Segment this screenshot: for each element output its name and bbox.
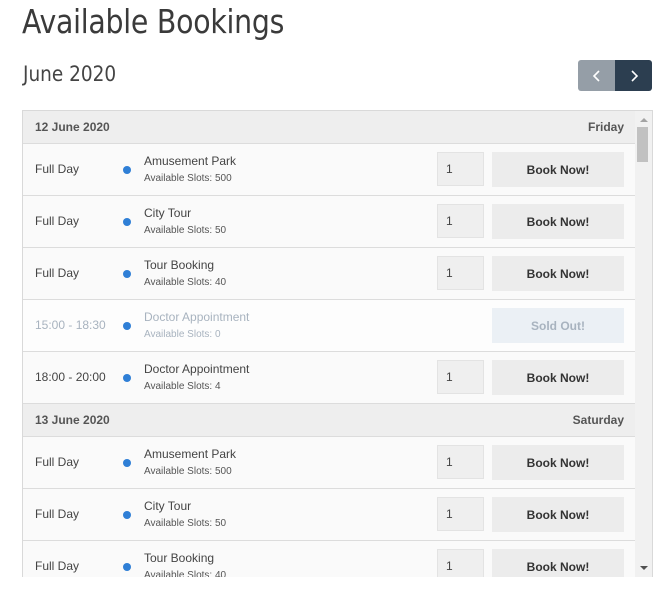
sold-out-label: Sold Out! xyxy=(492,308,624,343)
quantity-input[interactable] xyxy=(437,152,484,186)
available-slots: Available Slots: 40 xyxy=(144,277,227,288)
booking-row: 18:00 - 20:00 Doctor Appointment Available… xyxy=(23,352,635,404)
booking-time: 15:00 - 18:30 xyxy=(35,318,106,332)
quantity-input[interactable] xyxy=(437,256,484,290)
booking-row: Full Day Tour Booking Available Slots: 40 B… xyxy=(23,248,635,300)
booking-time: Full Day xyxy=(35,214,80,228)
current-month: June 2020 xyxy=(23,62,117,86)
book-now-button[interactable]: Book Now! xyxy=(492,152,624,187)
quantity-input[interactable] xyxy=(437,497,484,531)
book-now-button[interactable]: Book Now! xyxy=(492,445,624,480)
status-dot-icon xyxy=(123,374,131,382)
booking-name: Amusement Park xyxy=(144,154,237,168)
book-now-button[interactable]: Book Now! xyxy=(492,204,624,239)
booking-time: Full Day xyxy=(35,162,80,176)
book-now-button[interactable]: Book Now! xyxy=(492,360,624,395)
quantity-input[interactable] xyxy=(437,445,484,479)
status-dot-icon xyxy=(123,322,131,330)
booking-row: Full Day Amusement Park Available Slots: 5… xyxy=(23,437,635,489)
booking-time: Full Day xyxy=(35,507,80,521)
booking-name: Tour Booking xyxy=(144,551,215,565)
bookings-list-frame: 12 June 2020 Friday Full Day Amusement Park… xyxy=(22,110,653,577)
day-header: 13 June 2020 Saturday xyxy=(23,404,635,437)
scrollbar-thumb[interactable] xyxy=(637,127,648,162)
book-now-button[interactable]: Book Now! xyxy=(492,497,624,532)
day-weekday: Friday xyxy=(587,120,624,134)
booking-row: Full Day City Tour Available Slots: 50 Book… xyxy=(23,489,635,541)
status-dot-icon xyxy=(123,218,131,226)
status-dot-icon xyxy=(123,563,131,571)
month-navigation xyxy=(578,60,652,91)
arrow-up-icon xyxy=(639,118,648,122)
available-slots: Available Slots: 50 xyxy=(144,518,227,529)
available-slots: Available Slots: 500 xyxy=(144,466,232,477)
arrow-down-icon xyxy=(639,566,648,570)
booking-time: 18:00 - 20:00 xyxy=(35,370,106,384)
booking-name: Doctor Appointment xyxy=(144,310,250,324)
next-month-button[interactable] xyxy=(615,60,652,91)
chevron-left-icon xyxy=(592,69,600,82)
scroll-up-button[interactable] xyxy=(635,113,652,127)
status-dot-icon xyxy=(123,270,131,278)
scroll-down-button[interactable] xyxy=(635,561,652,575)
booking-row: 15:00 - 18:30 Doctor Appointment Available… xyxy=(23,300,635,352)
booking-time: Full Day xyxy=(35,559,80,573)
bookings-list: 12 June 2020 Friday Full Day Amusement Park… xyxy=(23,111,635,577)
day-header: 12 June 2020 Friday xyxy=(23,111,635,144)
available-slots: Available Slots: 40 xyxy=(144,570,227,577)
status-dot-icon xyxy=(123,166,131,174)
available-slots: Available Slots: 50 xyxy=(144,225,227,236)
booking-row: Full Day Tour Booking Available Slots: 40 B… xyxy=(23,541,635,577)
booking-name: City Tour xyxy=(144,499,192,513)
previous-month-button[interactable] xyxy=(578,60,615,91)
book-now-button[interactable]: Book Now! xyxy=(492,256,624,291)
chevron-right-icon xyxy=(630,69,638,82)
day-date: 12 June 2020 xyxy=(35,120,110,134)
booking-name: Amusement Park xyxy=(144,447,237,461)
available-slots: Available Slots: 4 xyxy=(144,381,221,392)
status-dot-icon xyxy=(123,511,131,519)
scrollbar[interactable] xyxy=(635,111,652,577)
available-slots: Available Slots: 500 xyxy=(144,173,232,184)
booking-time: Full Day xyxy=(35,455,80,469)
booking-time: Full Day xyxy=(35,266,80,280)
quantity-input[interactable] xyxy=(437,549,484,577)
book-now-button[interactable]: Book Now! xyxy=(492,549,624,577)
status-dot-icon xyxy=(123,459,131,467)
booking-name: Doctor Appointment xyxy=(144,362,250,376)
booking-name: City Tour xyxy=(144,206,192,220)
booking-row: Full Day Amusement Park Available Slots: 5… xyxy=(23,144,635,196)
booking-name: Tour Booking xyxy=(144,258,215,272)
booking-row: Full Day City Tour Available Slots: 50 Book… xyxy=(23,196,635,248)
available-slots: Available Slots: 0 xyxy=(144,329,221,340)
quantity-input[interactable] xyxy=(437,204,484,238)
day-date: 13 June 2020 xyxy=(35,413,110,427)
page-title: Available Bookings xyxy=(22,2,285,41)
day-weekday: Saturday xyxy=(572,413,624,427)
quantity-input[interactable] xyxy=(437,360,484,394)
